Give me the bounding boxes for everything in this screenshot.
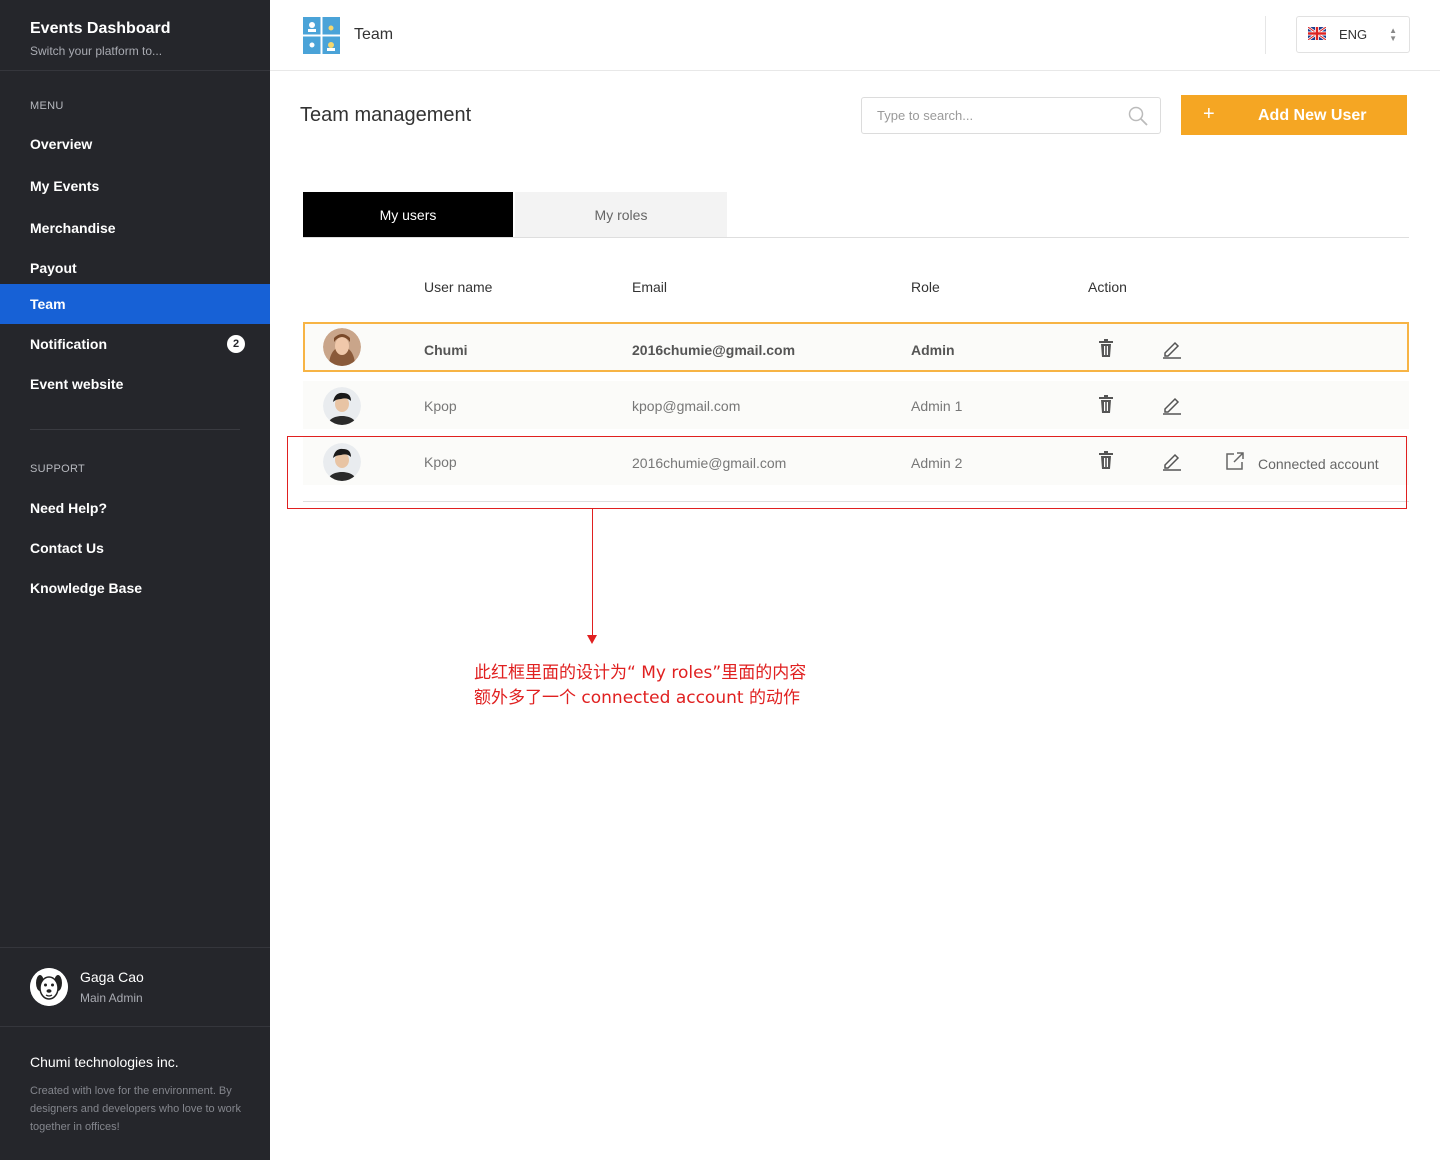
sidebar-item-label: Notification [30, 336, 107, 352]
sidebar-divider [0, 70, 270, 71]
edit-pencil-icon[interactable] [1162, 395, 1182, 420]
sidebar-item-label: My Events [30, 178, 100, 194]
sidebar-item-label: Contact Us [30, 540, 104, 556]
column-header-action: Action [1088, 279, 1127, 295]
arrow-down-icon [587, 635, 597, 644]
menu-heading: MENU [30, 100, 64, 112]
column-header-role: Role [911, 279, 940, 295]
notification-count-badge: 2 [227, 335, 245, 353]
support-heading: SUPPORT [30, 463, 86, 475]
sidebar-divider [0, 947, 270, 948]
team-logo-icon [303, 17, 340, 54]
search-input[interactable] [862, 98, 1112, 133]
sidebar-item-overview[interactable]: Overview [0, 124, 270, 164]
sidebar-item-payout[interactable]: Payout [0, 248, 270, 288]
sidebar-item-label: Merchandise [30, 220, 116, 236]
sidebar-item-label: Team [30, 296, 66, 312]
sidebar-item-my-events[interactable]: My Events [0, 166, 270, 206]
tabs-divider [303, 237, 1409, 238]
tab-label: My users [379, 206, 437, 223]
brand-subtitle: Switch your platform to... [30, 44, 163, 58]
sidebar-separator [30, 429, 240, 430]
user-profile[interactable]: Gaga Cao Main Admin [30, 968, 144, 1006]
search-icon[interactable] [1128, 106, 1148, 131]
edit-pencil-icon[interactable] [1162, 339, 1182, 364]
annotation-line-2: 额外多了一个 connected account 的动作 [474, 688, 800, 708]
profile-role: Main Admin [80, 991, 143, 1005]
username-cell: Kpop [424, 398, 457, 414]
add-new-user-label: Add New User [1258, 107, 1367, 124]
sidebar-item-event-website[interactable]: Event website [0, 364, 270, 404]
header-separator [1265, 16, 1266, 54]
add-new-user-button[interactable]: + Add New User [1181, 95, 1407, 135]
email-cell: 2016chumie@gmail.com [632, 342, 796, 358]
sidebar-item-label: Knowledge Base [30, 580, 143, 596]
table-row[interactable]: Chumi 2016chumie@gmail.com Admin [303, 322, 1409, 372]
plus-icon: + [1203, 103, 1215, 125]
sidebar-item-need-help[interactable]: Need Help? [0, 488, 270, 528]
tab-my-users[interactable]: My users [303, 192, 513, 237]
sidebar-item-merchandise[interactable]: Merchandise [0, 208, 270, 248]
column-header-username: User name [424, 279, 493, 295]
tab-label: My roles [594, 206, 648, 223]
table-row[interactable]: Kpop kpop@gmail.com Admin 1 [303, 381, 1409, 429]
uk-flag-icon [1307, 25, 1327, 43]
trash-icon[interactable] [1098, 339, 1114, 362]
profile-name: Gaga Cao [80, 969, 144, 985]
annotation-note: 此红框里面的设计为“ My roles”里面的内容 额外多了一个 connect… [474, 661, 806, 711]
tab-my-roles[interactable]: My roles [515, 192, 727, 237]
company-info: Chumi technologies inc. Created with lov… [30, 1054, 245, 1136]
header-title: Team [354, 26, 394, 43]
language-selector[interactable]: ENG ▲ ▼ [1296, 16, 1410, 53]
username-cell: Chumi [424, 342, 468, 358]
sidebar-item-contact-us[interactable]: Contact Us [0, 528, 270, 568]
sidebar-item-label: Event website [30, 376, 124, 392]
annotation-arrow-line [592, 509, 593, 637]
sidebar-item-label: Need Help? [30, 500, 108, 516]
company-name: Chumi technologies inc. [30, 1054, 179, 1070]
avatar [323, 387, 361, 425]
sidebar: Events Dashboard Switch your platform to… [0, 0, 270, 1160]
brand-title: Events Dashboard [30, 20, 171, 37]
sidebar-item-label: Overview [30, 136, 93, 152]
column-header-email: Email [632, 279, 668, 295]
dog-avatar-icon [30, 968, 68, 1006]
top-bar: Team ENG ▲ ▼ [270, 0, 1440, 71]
annotation-line-1: 此红框里面的设计为“ My roles”里面的内容 [474, 663, 807, 683]
search-box [861, 97, 1161, 134]
page-title: Team management [300, 104, 472, 126]
role-cell: Admin [911, 342, 955, 358]
chevron-up-down-icon: ▲ ▼ [1389, 26, 1397, 43]
role-cell: Admin 1 [911, 398, 963, 414]
sidebar-item-knowledge-base[interactable]: Knowledge Base [0, 568, 270, 608]
email-cell: kpop@gmail.com [632, 398, 741, 414]
brand: Events Dashboard Switch your platform to… [30, 20, 170, 58]
sidebar-item-label: Payout [30, 260, 77, 276]
sidebar-divider [0, 1026, 270, 1027]
language-label: ENG [1339, 27, 1368, 42]
trash-icon[interactable] [1098, 395, 1114, 418]
company-description: Created with love for the environment. B… [30, 1085, 241, 1133]
sidebar-item-team[interactable]: Team [0, 284, 270, 324]
annotation-red-box [287, 436, 1407, 509]
avatar [323, 328, 361, 366]
sidebar-item-notification[interactable]: Notification 2 [0, 324, 270, 364]
